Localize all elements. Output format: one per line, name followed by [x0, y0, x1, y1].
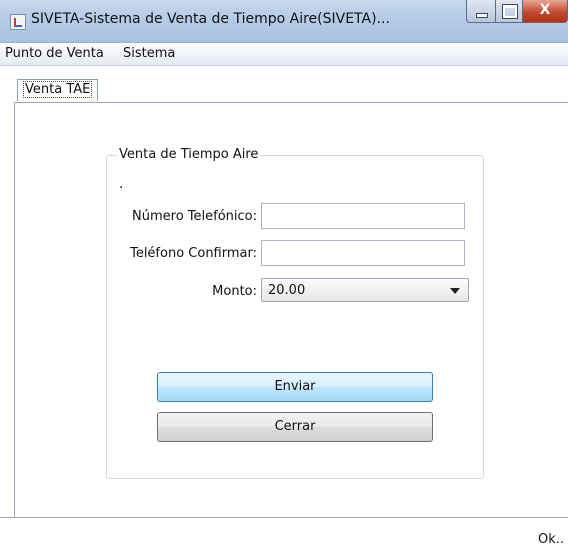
close-window-button[interactable]: X — [523, 0, 568, 23]
amount-select[interactable]: 20.00 — [261, 278, 469, 302]
maximize-icon[interactable] — [496, 0, 523, 23]
close-icon: X — [539, 2, 551, 18]
java-app-icon — [10, 14, 26, 30]
menu-sistema[interactable]: Sistema — [123, 46, 175, 61]
form-note: . — [119, 176, 124, 192]
confirm-phone-label: Teléfono Confirmar: — [130, 246, 257, 261]
close-button[interactable]: Cerrar — [157, 412, 433, 442]
confirm-phone-input[interactable] — [261, 240, 465, 266]
menu-bar: Punto de Venta Sistema — [0, 42, 568, 66]
window-title: SIVETA-Sistema de Venta de Tiempo Aire(S… — [31, 11, 390, 27]
tab-label: Venta TAE — [23, 81, 93, 98]
phone-number-label: Número Telefónico: — [132, 209, 257, 224]
amount-label: Monto: — [212, 284, 257, 299]
status-text: Ok.. — [537, 532, 564, 547]
tab-venta-tae[interactable]: Venta TAE — [17, 79, 99, 101]
status-bar: Ok.. — [0, 517, 568, 556]
amount-selected-value: 20.00 — [268, 283, 306, 298]
group-title: Venta de Tiempo Aire — [117, 147, 261, 162]
venta-tiempo-aire-group: Venta de Tiempo Aire . Número Telefónico… — [106, 147, 484, 479]
window-title-bar[interactable]: SIVETA-Sistema de Venta de Tiempo Aire(S… — [0, 0, 568, 42]
chevron-down-icon[interactable] — [450, 288, 460, 294]
minimize-icon[interactable] — [466, 0, 496, 23]
tab-strip: Venta TAE — [14, 66, 568, 101]
tab-content-panel: Venta de Tiempo Aire . Número Telefónico… — [14, 102, 568, 518]
send-button[interactable]: Enviar — [157, 372, 433, 402]
window-controls: X — [466, 0, 568, 26]
phone-number-input[interactable] — [261, 203, 465, 229]
menu-punto-de-venta[interactable]: Punto de Venta — [5, 46, 104, 61]
